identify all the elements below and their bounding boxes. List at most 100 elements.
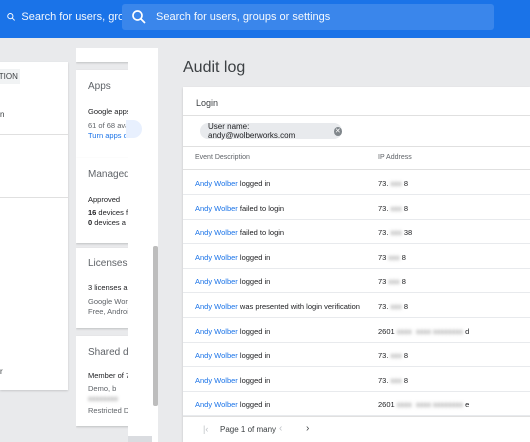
ip-prefix: 73.: [378, 375, 389, 385]
apps-card-line: Google apps: [88, 107, 128, 116]
ip-prefix: 73.: [378, 351, 389, 361]
user-link[interactable]: Andy Wolber: [195, 228, 238, 237]
ip-prefix: 73.: [378, 179, 389, 188]
table-row[interactable]: Andy Wolber logged in 73 xxx 8: [183, 269, 530, 294]
filter-chip-label: User name: andy@wolberworks.com: [208, 122, 296, 140]
ip-suffix: 8: [403, 302, 409, 311]
ip-suffix: e: [465, 400, 470, 410]
ip-address: 2601 xxxx xxxx xxxxxxxx d: [378, 327, 469, 336]
audit-log-card: Login User name: andy@wolberworks.com ✕ …: [183, 87, 530, 442]
search-icon: [132, 10, 146, 24]
managed-card-title: Managed: [88, 169, 128, 180]
licenses-card-title: Licenses: [88, 258, 128, 269]
search-field-partial[interactable]: Search for users, groups or settings: [0, 4, 122, 30]
ip-address: 73. xxx 8: [378, 179, 408, 188]
ip-redacted: xxx: [386, 252, 402, 262]
event-action: logged in: [237, 179, 271, 188]
ip-address: 2601 xxxx xxxx xxxxxxxx e: [378, 400, 469, 409]
event-description: Andy Wolber was presented with login ver…: [195, 302, 360, 311]
filter-chip[interactable]: User name: andy@wolberworks.com ✕: [200, 122, 342, 140]
ip-prefix: 2601: [378, 400, 395, 410]
search-icon: [7, 13, 15, 21]
table-row[interactable]: Andy Wolber logged in 2601 xxxx xxxx xxxx…: [183, 392, 530, 417]
left-chip-label: ATION: [0, 72, 18, 81]
ip-address: 73. xxx 8: [378, 376, 408, 385]
card-top: [76, 48, 128, 62]
first-page-icon[interactable]: |‹: [203, 424, 208, 434]
chevron-right-icon[interactable]: ›: [306, 423, 309, 434]
left-panel-text: n: [0, 110, 5, 119]
user-link[interactable]: Andy Wolber: [195, 327, 238, 336]
user-link[interactable]: Andy Wolber: [195, 179, 238, 188]
event-action: failed to login: [237, 203, 285, 213]
user-link[interactable]: Andy Wolber: [195, 277, 238, 286]
table-row[interactable]: Andy Wolber logged in 2601 xxxx xxxx xxxx…: [183, 319, 530, 343]
ip-suffix: 8: [403, 351, 409, 361]
ip-address: 73 xxx 8: [378, 253, 406, 262]
search-placeholder: Search for users, groups or settings: [21, 11, 122, 23]
event-description: Andy Wolber logged in: [195, 277, 270, 286]
table-header: Event Description IP Address: [183, 147, 530, 169]
user-link[interactable]: Andy Wolber: [195, 204, 238, 213]
ip-address: 73. xxx 38: [378, 228, 412, 237]
user-link[interactable]: Andy Wolber: [195, 253, 238, 262]
column-header-event[interactable]: Event Description: [195, 154, 250, 161]
event-description: Andy Wolber failed to login: [195, 204, 284, 213]
pagination: |‹ Page 1 of many ‹ ›: [183, 416, 530, 442]
chevron-left-icon[interactable]: ‹: [279, 423, 282, 434]
table-row[interactable]: Andy Wolber was presented with login ver…: [183, 294, 530, 318]
ip-suffix: 8: [403, 179, 409, 188]
page-title: Audit log: [183, 59, 246, 76]
managed-card[interactable]: Managed Approved 16 devices fr 0 devices…: [76, 158, 128, 243]
scrollbar-thumb[interactable]: [153, 246, 158, 406]
column-header-ip[interactable]: IP Address: [378, 154, 412, 161]
table-row[interactable]: Andy Wolber logged in 73. xxx 8: [183, 368, 530, 392]
user-link[interactable]: Andy Wolber: [195, 302, 238, 311]
event-description: Andy Wolber logged in: [195, 376, 270, 385]
managed-text: devices a: [92, 218, 126, 227]
user-link[interactable]: Andy Wolber: [195, 351, 238, 360]
turn-apps-link[interactable]: Turn apps o: [88, 131, 128, 140]
left-panel: ATION n r: [0, 62, 68, 390]
ip-prefix: 73.: [378, 203, 389, 213]
ip-redacted: xxx: [386, 277, 402, 287]
event-action: logged in: [237, 252, 271, 262]
top-app-bar: Search for users, groups or settings Sea…: [0, 0, 530, 38]
shared-drives-card[interactable]: Shared dr Member of 7 Demo, b xxxxxxxx R…: [76, 336, 128, 426]
licenses-card[interactable]: Licenses 3 licenses a Google Work Free, …: [76, 248, 128, 328]
ip-redacted: xxx: [388, 302, 404, 311]
event-action: failed to login: [237, 228, 285, 238]
event-description: Andy Wolber failed to login: [195, 228, 284, 237]
ip-redacted: xxxx xxxx xxxxxxxx: [394, 400, 466, 410]
ip-prefix: 73.: [378, 302, 389, 311]
user-link[interactable]: Andy Wolber: [195, 400, 238, 409]
ip-suffix: 8: [403, 203, 409, 213]
table-row[interactable]: Andy Wolber failed to login 73. xxx 8: [183, 196, 530, 220]
left-panel-chip[interactable]: ATION: [0, 69, 20, 84]
table-row[interactable]: Andy Wolber logged in 73. xxx 8: [183, 171, 530, 195]
section-label: Login: [196, 98, 219, 108]
table-row[interactable]: Andy Wolber failed to login 73. xxx 38: [183, 220, 530, 245]
shared-card-line: Demo, b: [88, 384, 117, 393]
table-row[interactable]: Andy Wolber logged in 73. xxx 8: [183, 343, 530, 368]
apps-card-line: 61 of 68 ava: [88, 121, 128, 130]
table-row[interactable]: Andy Wolber logged in 73 xxx 8: [183, 245, 530, 269]
left-divider: [0, 197, 68, 198]
user-link[interactable]: Andy Wolber: [195, 376, 238, 385]
close-icon[interactable]: ✕: [333, 126, 342, 136]
header-gap: [0, 38, 530, 48]
ip-address: 73. xxx 8: [378, 351, 408, 360]
search-field[interactable]: Search for users, groups or settings: [122, 4, 494, 30]
shared-card-line: Member of 7: [88, 371, 128, 380]
apps-card-title: Apps: [88, 81, 111, 92]
ip-suffix: 8: [403, 375, 409, 385]
shared-card-title: Shared dr: [88, 347, 128, 358]
ip-suffix: 8: [401, 277, 406, 287]
ip-address: 73 xxx 8: [378, 277, 406, 286]
ip-redacted: xxxx xxxx xxxxxxxx: [394, 326, 466, 336]
ip-address: 73. xxx 8: [378, 204, 408, 213]
event-action: logged in: [237, 400, 271, 410]
event-description: Andy Wolber logged in: [195, 351, 270, 360]
event-action: logged in: [237, 326, 271, 336]
ip-redacted: xxx: [388, 179, 404, 188]
